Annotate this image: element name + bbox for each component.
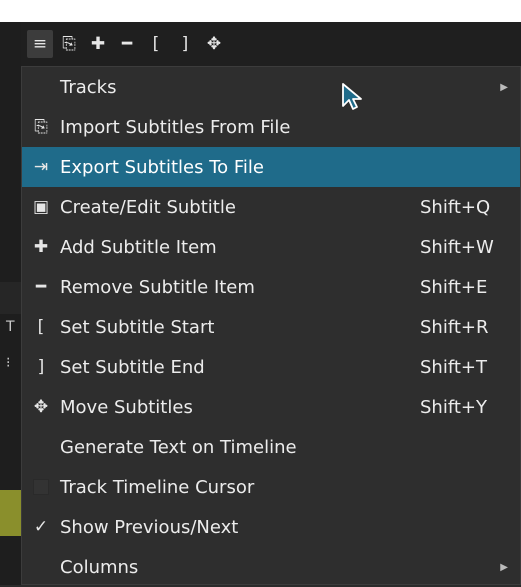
menu-item-shortcut: Shift+T <box>420 356 487 378</box>
import-icon: ⎘ <box>62 34 76 54</box>
menu-item-generate-text[interactable]: Generate Text on Timeline <box>22 427 520 467</box>
plus-icon: ✚ <box>90 34 106 54</box>
menu-item-label: Add Subtitle Item <box>60 236 217 258</box>
set-start-button[interactable]: [ <box>143 30 169 58</box>
menu-item-label: Import Subtitles From File <box>60 116 291 138</box>
menu-item-shortcut: Shift+E <box>420 276 488 298</box>
menu-item-export-subtitles[interactable]: ⇥ Export Subtitles To File <box>22 147 520 187</box>
bracket-right-icon: ] <box>181 34 189 54</box>
menu-item-shortcut: Shift+Y <box>420 396 487 418</box>
menu-item-shortcut: Shift+W <box>420 236 494 258</box>
menu-item-label: Move Subtitles <box>60 396 193 418</box>
add-item-button[interactable]: ✚ <box>85 30 111 58</box>
set-end-button[interactable]: ] <box>172 30 198 58</box>
background-glyph-t: T <box>6 319 15 335</box>
unchecked-checkbox-icon[interactable] <box>33 479 49 495</box>
menu-item-label: Set Subtitle Start <box>60 316 215 338</box>
move-icon: ✥ <box>33 397 49 417</box>
menu-item-move-subtitles[interactable]: ✥ Move Subtitles Shift+Y <box>22 387 520 427</box>
menu-item-label: Export Subtitles To File <box>60 156 264 178</box>
hamburger-menu-button[interactable]: ≡ <box>27 30 53 58</box>
background-glyph-dots: ⁝ <box>6 355 11 371</box>
menu-item-add-subtitle-item[interactable]: ✚ Add Subtitle Item Shift+W <box>22 227 520 267</box>
submenu-arrow-icon: ▶ <box>500 561 508 573</box>
menu-item-columns[interactable]: Columns ▶ <box>22 547 520 587</box>
bracket-right-icon: ] <box>37 357 45 377</box>
menu-item-label: Generate Text on Timeline <box>60 436 297 458</box>
plus-icon: ✚ <box>33 237 49 257</box>
menu-item-track-timeline-cursor[interactable]: Track Timeline Cursor <box>22 467 520 507</box>
bracket-left-icon: [ <box>37 317 45 337</box>
menu-item-import-subtitles[interactable]: ⎘ Import Subtitles From File <box>22 107 520 147</box>
background-window <box>0 0 521 22</box>
subtitle-toolbar: ≡ ⎘ ✚ ━ [ ] ✥ <box>21 22 521 66</box>
menu-item-show-previous-next[interactable]: ✓ Show Previous/Next <box>22 507 520 547</box>
remove-item-button[interactable]: ━ <box>114 30 140 58</box>
menu-item-remove-subtitle-item[interactable]: ━ Remove Subtitle Item Shift+E <box>22 267 520 307</box>
menu-item-tracks[interactable]: Tracks ▶ <box>22 67 520 107</box>
menu-item-label: Create/Edit Subtitle <box>60 196 236 218</box>
subtitle-menu: Tracks ▶ ⎘ Import Subtitles From File ⇥ … <box>21 66 521 585</box>
mouse-pointer-icon <box>342 83 362 110</box>
import-file-icon: ⎘ <box>34 117 48 137</box>
menu-item-create-edit-subtitle[interactable]: ▣ Create/Edit Subtitle Shift+Q <box>22 187 520 227</box>
move-icon: ✥ <box>206 34 222 54</box>
checkmark-icon: ✓ <box>33 517 49 537</box>
menu-item-label: Track Timeline Cursor <box>60 476 255 498</box>
bracket-left-icon: [ <box>152 34 160 54</box>
menu-item-shortcut: Shift+Q <box>420 196 491 218</box>
move-button[interactable]: ✥ <box>201 30 227 58</box>
minus-icon: ━ <box>121 34 133 54</box>
import-button[interactable]: ⎘ <box>56 30 82 58</box>
menu-item-label: Remove Subtitle Item <box>60 276 255 298</box>
edit-subtitle-icon: ▣ <box>32 197 50 217</box>
hamburger-menu-icon: ≡ <box>32 34 48 54</box>
menu-item-shortcut: Shift+R <box>420 316 489 338</box>
menu-item-label: Show Previous/Next <box>60 516 239 538</box>
background-clip <box>0 490 21 536</box>
export-file-icon: ⇥ <box>33 157 49 177</box>
menu-item-label: Columns <box>60 556 139 578</box>
submenu-arrow-icon: ▶ <box>500 81 508 93</box>
menu-item-set-subtitle-start[interactable]: [ Set Subtitle Start Shift+R <box>22 307 520 347</box>
menu-item-label: Set Subtitle End <box>60 356 205 378</box>
menu-item-set-subtitle-end[interactable]: ] Set Subtitle End Shift+T <box>22 347 520 387</box>
minus-icon: ━ <box>35 277 47 297</box>
background-panel: T ⁝ <box>0 22 21 585</box>
background-strip <box>0 282 21 314</box>
menu-item-label: Tracks <box>60 76 117 98</box>
